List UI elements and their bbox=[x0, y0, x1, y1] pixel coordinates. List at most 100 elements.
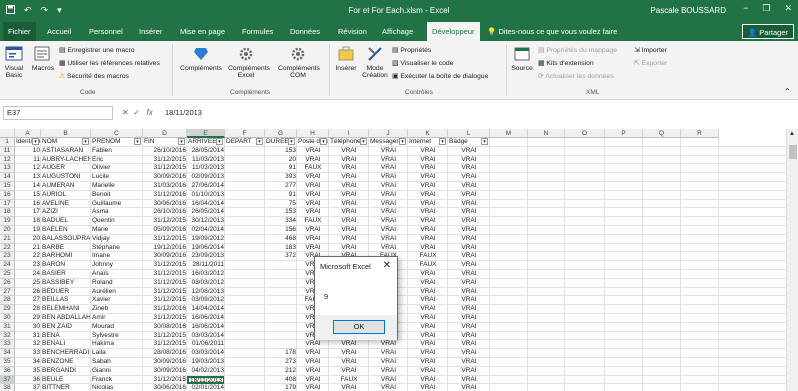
table-cell[interactable]: Eric bbox=[91, 156, 143, 164]
table-cell[interactable]: VRAI bbox=[329, 173, 369, 181]
table-cell[interactable]: BELEMHANI bbox=[41, 305, 91, 313]
table-cell[interactable]: 32 bbox=[15, 340, 41, 348]
table-cell[interactable] bbox=[225, 305, 265, 313]
table-cell[interactable]: VRAI bbox=[408, 314, 448, 322]
table-cell[interactable]: VRAI bbox=[369, 358, 408, 366]
table-cell[interactable]: 31/12/2015 bbox=[143, 270, 187, 278]
table-cell[interactable] bbox=[225, 340, 265, 348]
table-cell[interactable]: 02/01/2014 bbox=[187, 384, 225, 391]
xml-source-button[interactable]: Source bbox=[509, 45, 535, 72]
tab-file[interactable]: Fichier bbox=[3, 22, 36, 41]
table-cell[interactable]: 34 bbox=[15, 358, 41, 366]
row-header[interactable]: 34 bbox=[0, 349, 15, 358]
table-cell[interactable]: Imane bbox=[91, 252, 143, 260]
tab-personnel[interactable]: Personnel bbox=[84, 22, 128, 41]
table-cell[interactable]: 28 bbox=[15, 305, 41, 313]
table-cell[interactable] bbox=[225, 358, 265, 366]
table-cell[interactable]: BADUEL bbox=[41, 217, 91, 225]
tab-accueil[interactable]: Accueil bbox=[42, 22, 76, 41]
table-cell[interactable]: BENCHERRADI bbox=[41, 349, 91, 357]
table-cell[interactable]: VRAI bbox=[329, 367, 369, 375]
table-cell[interactable]: VRAI bbox=[408, 156, 448, 164]
minimize-button[interactable]: − bbox=[743, 3, 748, 14]
table-cell[interactable]: AUBRY-LACHENAYRIE bbox=[41, 156, 91, 164]
scroll-up-icon[interactable]: ▲ bbox=[789, 131, 795, 137]
table-cell[interactable]: 35 bbox=[15, 367, 41, 375]
table-cell[interactable]: 03/03/2012 bbox=[187, 279, 225, 287]
table-cell[interactable] bbox=[265, 314, 297, 322]
table-cell[interactable]: VRAI bbox=[329, 217, 369, 225]
table-cell[interactable]: 21 bbox=[15, 244, 41, 252]
column-header-j[interactable]: J bbox=[369, 129, 408, 138]
table-cell[interactable]: VRAI bbox=[448, 367, 490, 375]
table-cell[interactable]: 183 bbox=[265, 244, 297, 252]
table-cell[interactable]: VRAI bbox=[448, 147, 490, 155]
table-cell[interactable]: VRAI bbox=[297, 182, 329, 190]
table-cell[interactable]: BAELEN bbox=[41, 226, 91, 234]
table-cell[interactable]: 91 bbox=[265, 191, 297, 199]
table-cell[interactable]: 372 bbox=[265, 252, 297, 260]
filter-dropdown-icon[interactable]: ▾ bbox=[178, 138, 185, 145]
table-cell[interactable]: VRAI bbox=[448, 270, 490, 278]
table-cell[interactable]: VRAI bbox=[448, 384, 490, 391]
table-cell[interactable]: 408 bbox=[265, 376, 297, 384]
row-header[interactable]: 35 bbox=[0, 358, 15, 367]
tab-affichage[interactable]: Affichage bbox=[377, 22, 418, 41]
table-cell[interactable] bbox=[225, 182, 265, 190]
table-cell[interactable]: VRAI bbox=[329, 191, 369, 199]
filter-dropdown-icon[interactable]: ▾ bbox=[481, 138, 488, 145]
table-cell[interactable]: VRAI bbox=[369, 226, 408, 234]
table-cell[interactable] bbox=[225, 217, 265, 225]
table-cell[interactable]: 16/06/2014 bbox=[187, 314, 225, 322]
table-cell[interactable]: BITTNER bbox=[41, 384, 91, 391]
table-cell[interactable]: 12/08/2013 bbox=[187, 288, 225, 296]
table-cell[interactable]: VRAI bbox=[369, 147, 408, 155]
table-cell[interactable]: 20 bbox=[265, 156, 297, 164]
table-cell[interactable]: 31/12/2015 bbox=[143, 340, 187, 348]
active-cell[interactable]: 18/11/2013 bbox=[187, 375, 225, 384]
table-cell[interactable]: BENZONE bbox=[41, 358, 91, 366]
table-cell[interactable]: 18 bbox=[15, 217, 41, 225]
table-cell[interactable]: Franck bbox=[91, 376, 143, 384]
filter-dropdown-icon[interactable]: ▾ bbox=[320, 138, 327, 145]
column-header-e[interactable]: E bbox=[187, 129, 225, 138]
ok-button[interactable]: OK bbox=[333, 320, 385, 334]
table-cell[interactable]: BALASSOUPRA bbox=[41, 235, 91, 243]
table-cell[interactable] bbox=[225, 270, 265, 278]
row-header[interactable]: 24 bbox=[0, 261, 15, 270]
table-cell[interactable] bbox=[225, 226, 265, 234]
table-cell[interactable] bbox=[225, 191, 265, 199]
table-cell[interactable] bbox=[225, 173, 265, 181]
table-cell[interactable] bbox=[225, 252, 265, 260]
table-cell[interactable]: 31/03/2016 bbox=[143, 182, 187, 190]
table-cell[interactable]: VRAI bbox=[408, 340, 448, 348]
column-header-o[interactable]: O bbox=[565, 129, 605, 138]
table-cell[interactable] bbox=[265, 261, 297, 269]
table-cell[interactable] bbox=[225, 349, 265, 357]
table-cell[interactable]: VRAI bbox=[448, 296, 490, 304]
table-cell[interactable]: FAUX bbox=[408, 261, 448, 269]
table-cell[interactable]: VRAI bbox=[408, 235, 448, 243]
table-cell[interactable]: VRAI bbox=[408, 288, 448, 296]
table-cell[interactable]: VRAI bbox=[329, 226, 369, 234]
table-cell[interactable] bbox=[265, 332, 297, 340]
table-cell[interactable]: BASIER bbox=[41, 270, 91, 278]
tab-developpeur[interactable]: Développeur bbox=[427, 22, 480, 41]
table-cell[interactable] bbox=[225, 147, 265, 155]
column-title[interactable]: NOM ▾ bbox=[41, 138, 91, 146]
table-cell[interactable]: VRAI bbox=[408, 279, 448, 287]
filter-dropdown-icon[interactable]: ▾ bbox=[360, 138, 367, 145]
column-header-f[interactable]: F bbox=[225, 129, 265, 138]
table-cell[interactable] bbox=[225, 261, 265, 269]
vertical-scrollbar[interactable]: ▲ bbox=[786, 129, 798, 391]
table-cell[interactable]: FAUX bbox=[408, 252, 448, 260]
table-cell[interactable]: Zineb bbox=[91, 305, 143, 313]
table-cell[interactable]: VRAI bbox=[448, 252, 490, 260]
table-cell[interactable]: 179 bbox=[265, 384, 297, 391]
table-cell[interactable]: 30/09/2016 bbox=[143, 367, 187, 375]
table-cell[interactable]: 30/06/2016 bbox=[143, 384, 187, 391]
table-cell[interactable]: 16/04/2014 bbox=[187, 200, 225, 208]
table-cell[interactable]: BENA bbox=[41, 332, 91, 340]
table-cell[interactable]: 31/12/2016 bbox=[143, 191, 187, 199]
table-cell[interactable]: 29 bbox=[15, 314, 41, 322]
